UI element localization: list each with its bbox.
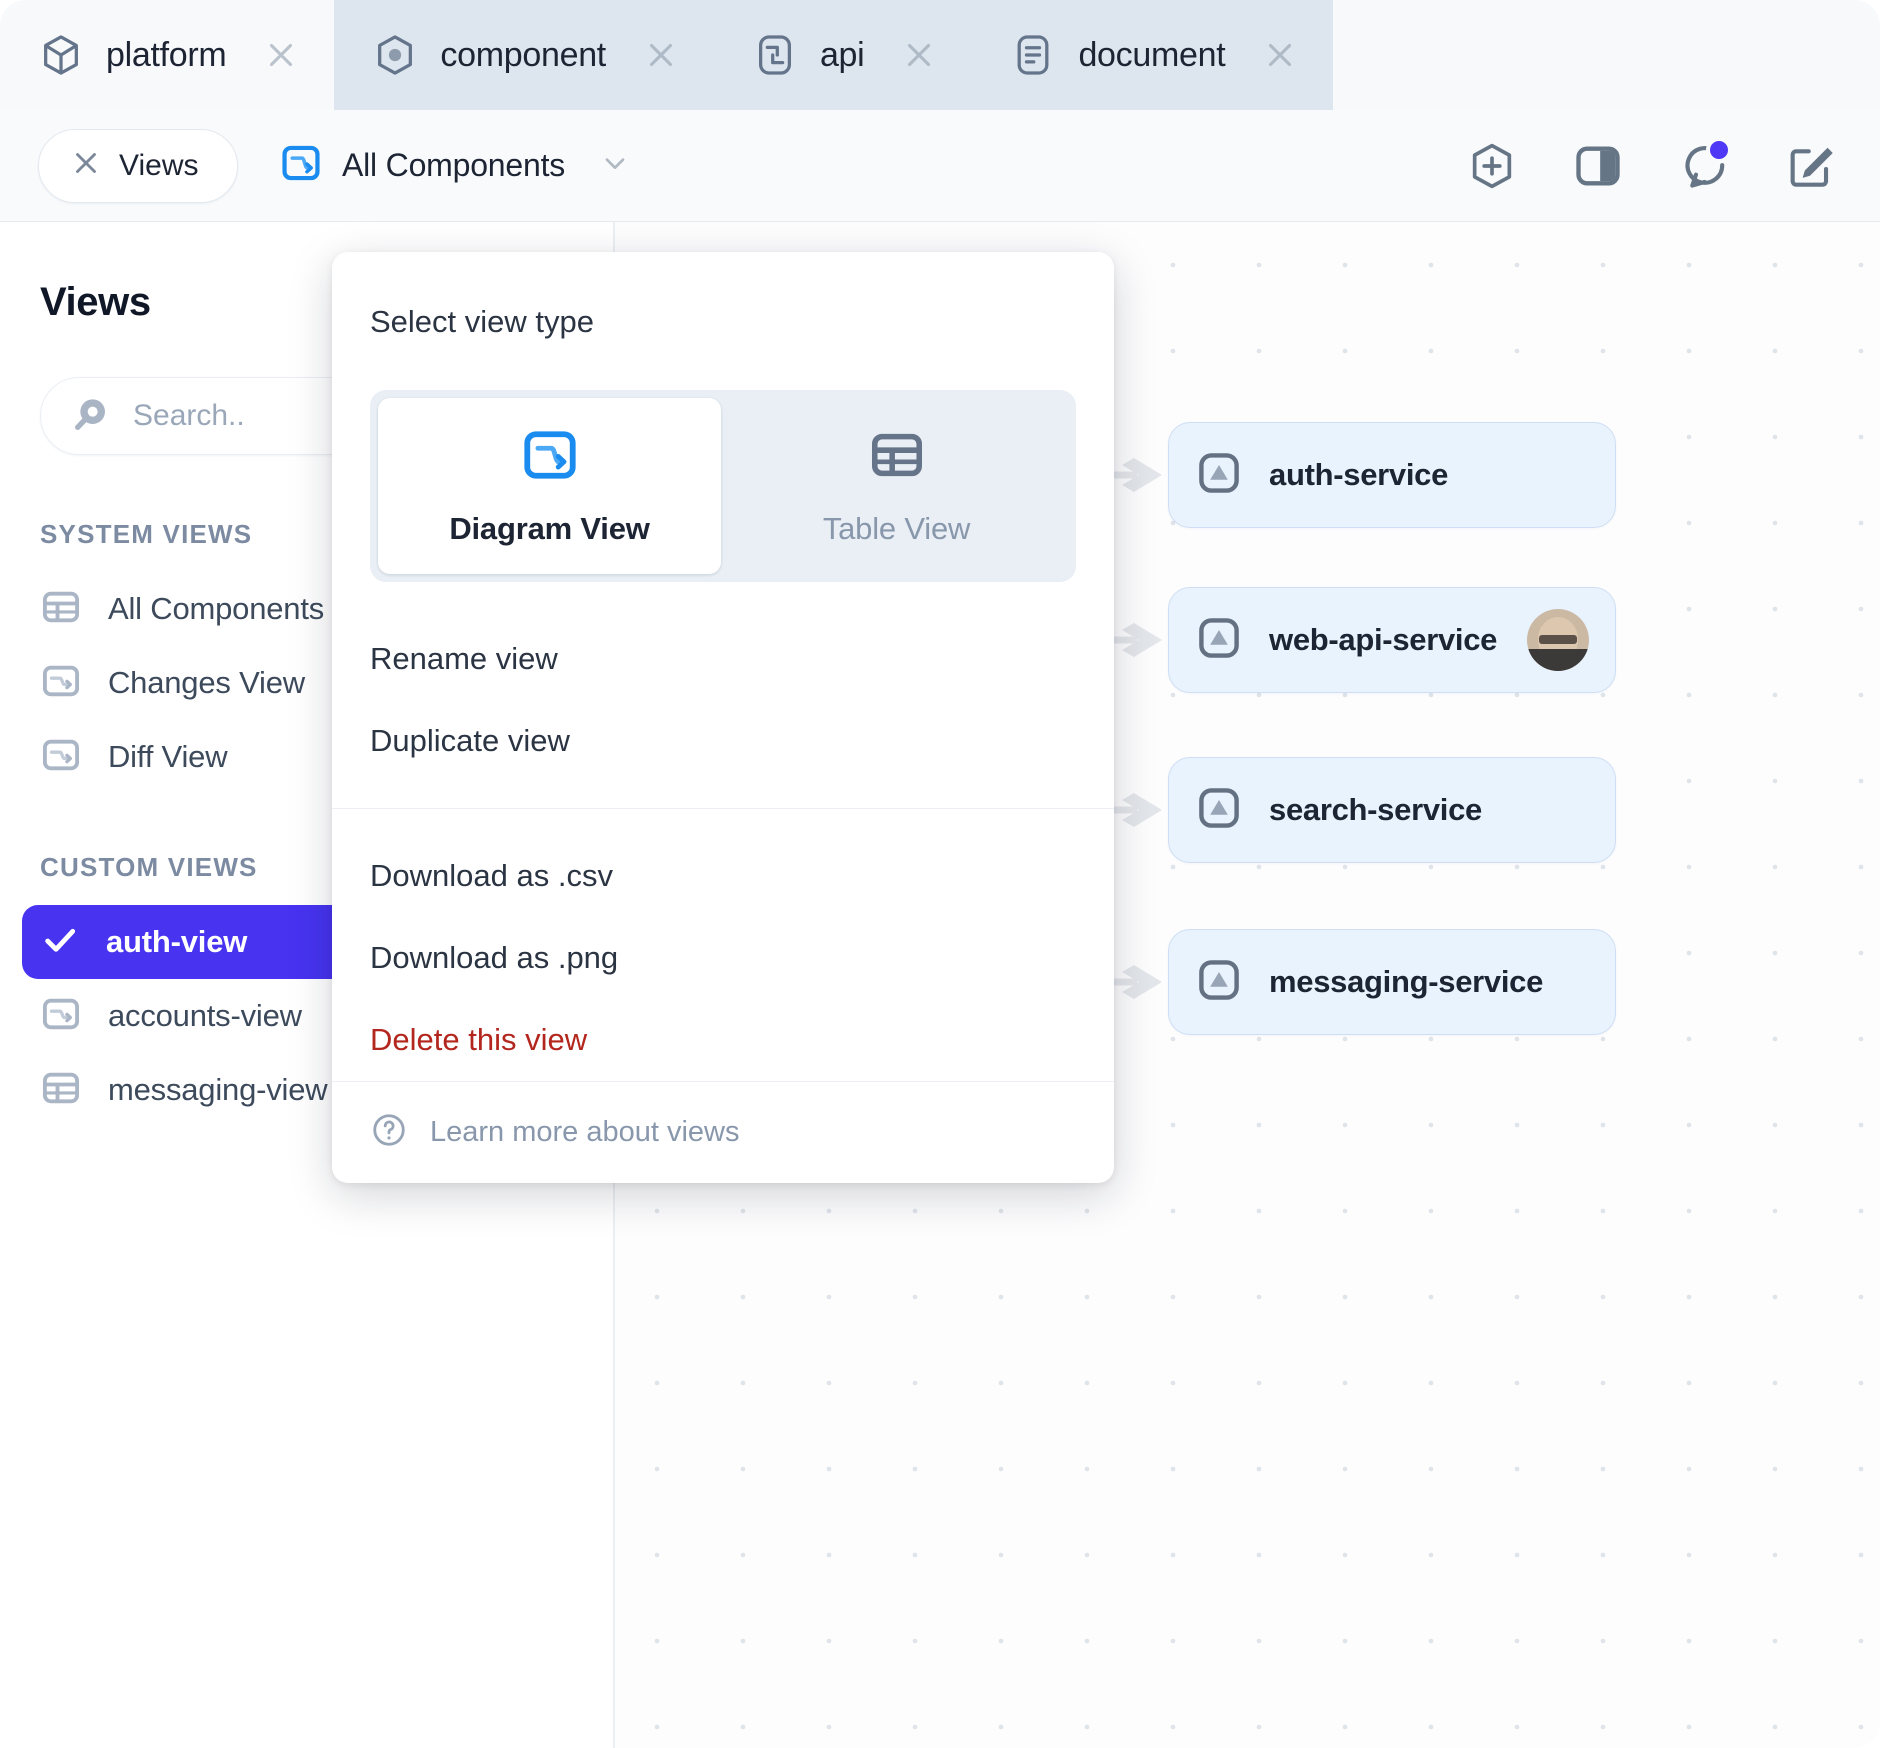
- tab-label: component: [440, 35, 606, 74]
- component-triangle-icon: [1195, 784, 1243, 837]
- view-type-segmented-control: Diagram View Table View: [370, 390, 1076, 582]
- add-hexagon-icon[interactable]: [1466, 140, 1518, 192]
- tab-label: document: [1078, 35, 1226, 74]
- tab-label: platform: [106, 35, 227, 74]
- tab-api[interactable]: api: [713, 0, 973, 110]
- tab-label: api: [819, 35, 865, 74]
- diagram-icon: [280, 142, 322, 189]
- tab-bar: platform component api document: [0, 0, 1880, 110]
- menu-item-rename-view[interactable]: Rename view: [332, 618, 1114, 700]
- menu-item-download-png[interactable]: Download as .png: [332, 917, 1114, 999]
- views-button-label: Views: [119, 148, 199, 182]
- sidebar-item-label: accounts-view: [108, 998, 302, 1033]
- menu-section-manage: Rename view Duplicate view: [332, 618, 1114, 782]
- panel-toggle-icon[interactable]: [1572, 140, 1624, 192]
- check-icon: [40, 920, 80, 965]
- app-window: platform component api document Views Al…: [0, 0, 1880, 1748]
- sidebar-item-label: Diff View: [108, 739, 228, 774]
- diagram-icon: [521, 426, 579, 489]
- menu-divider: [332, 808, 1114, 809]
- close-icon[interactable]: [1261, 36, 1299, 74]
- sidebar-item-label: Changes View: [108, 665, 305, 700]
- close-icon: [69, 146, 103, 185]
- toolbar: Views All Components: [0, 110, 1880, 222]
- tab-platform[interactable]: platform: [0, 0, 334, 110]
- view-type-table-option[interactable]: Table View: [725, 398, 1068, 574]
- view-selector[interactable]: All Components: [280, 142, 631, 189]
- cube-icon: [38, 32, 84, 78]
- component-triangle-icon: [1195, 614, 1243, 667]
- views-button[interactable]: Views: [38, 128, 238, 203]
- document-icon: [1010, 32, 1056, 78]
- menu-item-delete-view[interactable]: Delete this view: [332, 999, 1114, 1081]
- diagram-icon: [40, 660, 82, 707]
- view-type-option-label: Diagram View: [449, 510, 650, 546]
- api-icon: [752, 32, 798, 78]
- view-options-menu: Select view type Diagram View Table View…: [332, 252, 1114, 1183]
- node-label: auth-service: [1269, 457, 1449, 492]
- sidebar-item-label: All Components: [108, 591, 325, 626]
- menu-section-export: Download as .csv Download as .png Delete…: [332, 835, 1114, 1081]
- diagram-icon: [40, 734, 82, 781]
- view-type-option-label: Table View: [822, 510, 971, 546]
- table-icon: [868, 426, 926, 489]
- view-type-diagram-option[interactable]: Diagram View: [378, 398, 721, 574]
- node-label: search-service: [1269, 792, 1482, 827]
- tab-component[interactable]: component: [334, 0, 714, 110]
- target-icon: [372, 32, 418, 78]
- menu-item-duplicate-view[interactable]: Duplicate view: [332, 700, 1114, 782]
- comments-icon[interactable]: [1678, 136, 1732, 192]
- sidebar-item-label: messaging-view: [108, 1072, 328, 1107]
- component-triangle-icon: [1195, 956, 1243, 1009]
- diagram-icon: [40, 993, 82, 1040]
- notification-dot: [1706, 136, 1732, 163]
- node-auth-service[interactable]: auth-service: [1168, 422, 1616, 528]
- close-icon[interactable]: [642, 36, 680, 74]
- table-icon: [40, 586, 82, 633]
- menu-title: Select view type: [370, 304, 594, 339]
- search-icon: [71, 394, 111, 439]
- close-icon[interactable]: [900, 36, 938, 74]
- node-search-service[interactable]: search-service: [1168, 757, 1616, 863]
- node-label: messaging-service: [1269, 964, 1544, 999]
- menu-footer-learn-more[interactable]: Learn more about views: [332, 1081, 1114, 1183]
- node-messaging-service[interactable]: messaging-service: [1168, 929, 1616, 1035]
- chevron-down-icon[interactable]: [599, 147, 631, 184]
- close-icon[interactable]: [262, 36, 300, 74]
- edit-note-icon[interactable]: [1784, 140, 1836, 192]
- node-web-api-service[interactable]: web-api-service: [1168, 587, 1616, 693]
- menu-footer-label: Learn more about views: [430, 1116, 740, 1148]
- current-view-label: All Components: [342, 147, 566, 183]
- avatar[interactable]: [1527, 609, 1589, 671]
- node-label: web-api-service: [1269, 622, 1498, 657]
- toolbar-actions: [1466, 136, 1836, 192]
- tab-document[interactable]: document: [972, 0, 1334, 110]
- sidebar-item-label: auth-view: [106, 924, 248, 959]
- component-triangle-icon: [1195, 449, 1243, 502]
- table-icon: [40, 1067, 82, 1114]
- help-circle-icon: [370, 1111, 408, 1154]
- menu-item-download-csv[interactable]: Download as .csv: [332, 835, 1114, 917]
